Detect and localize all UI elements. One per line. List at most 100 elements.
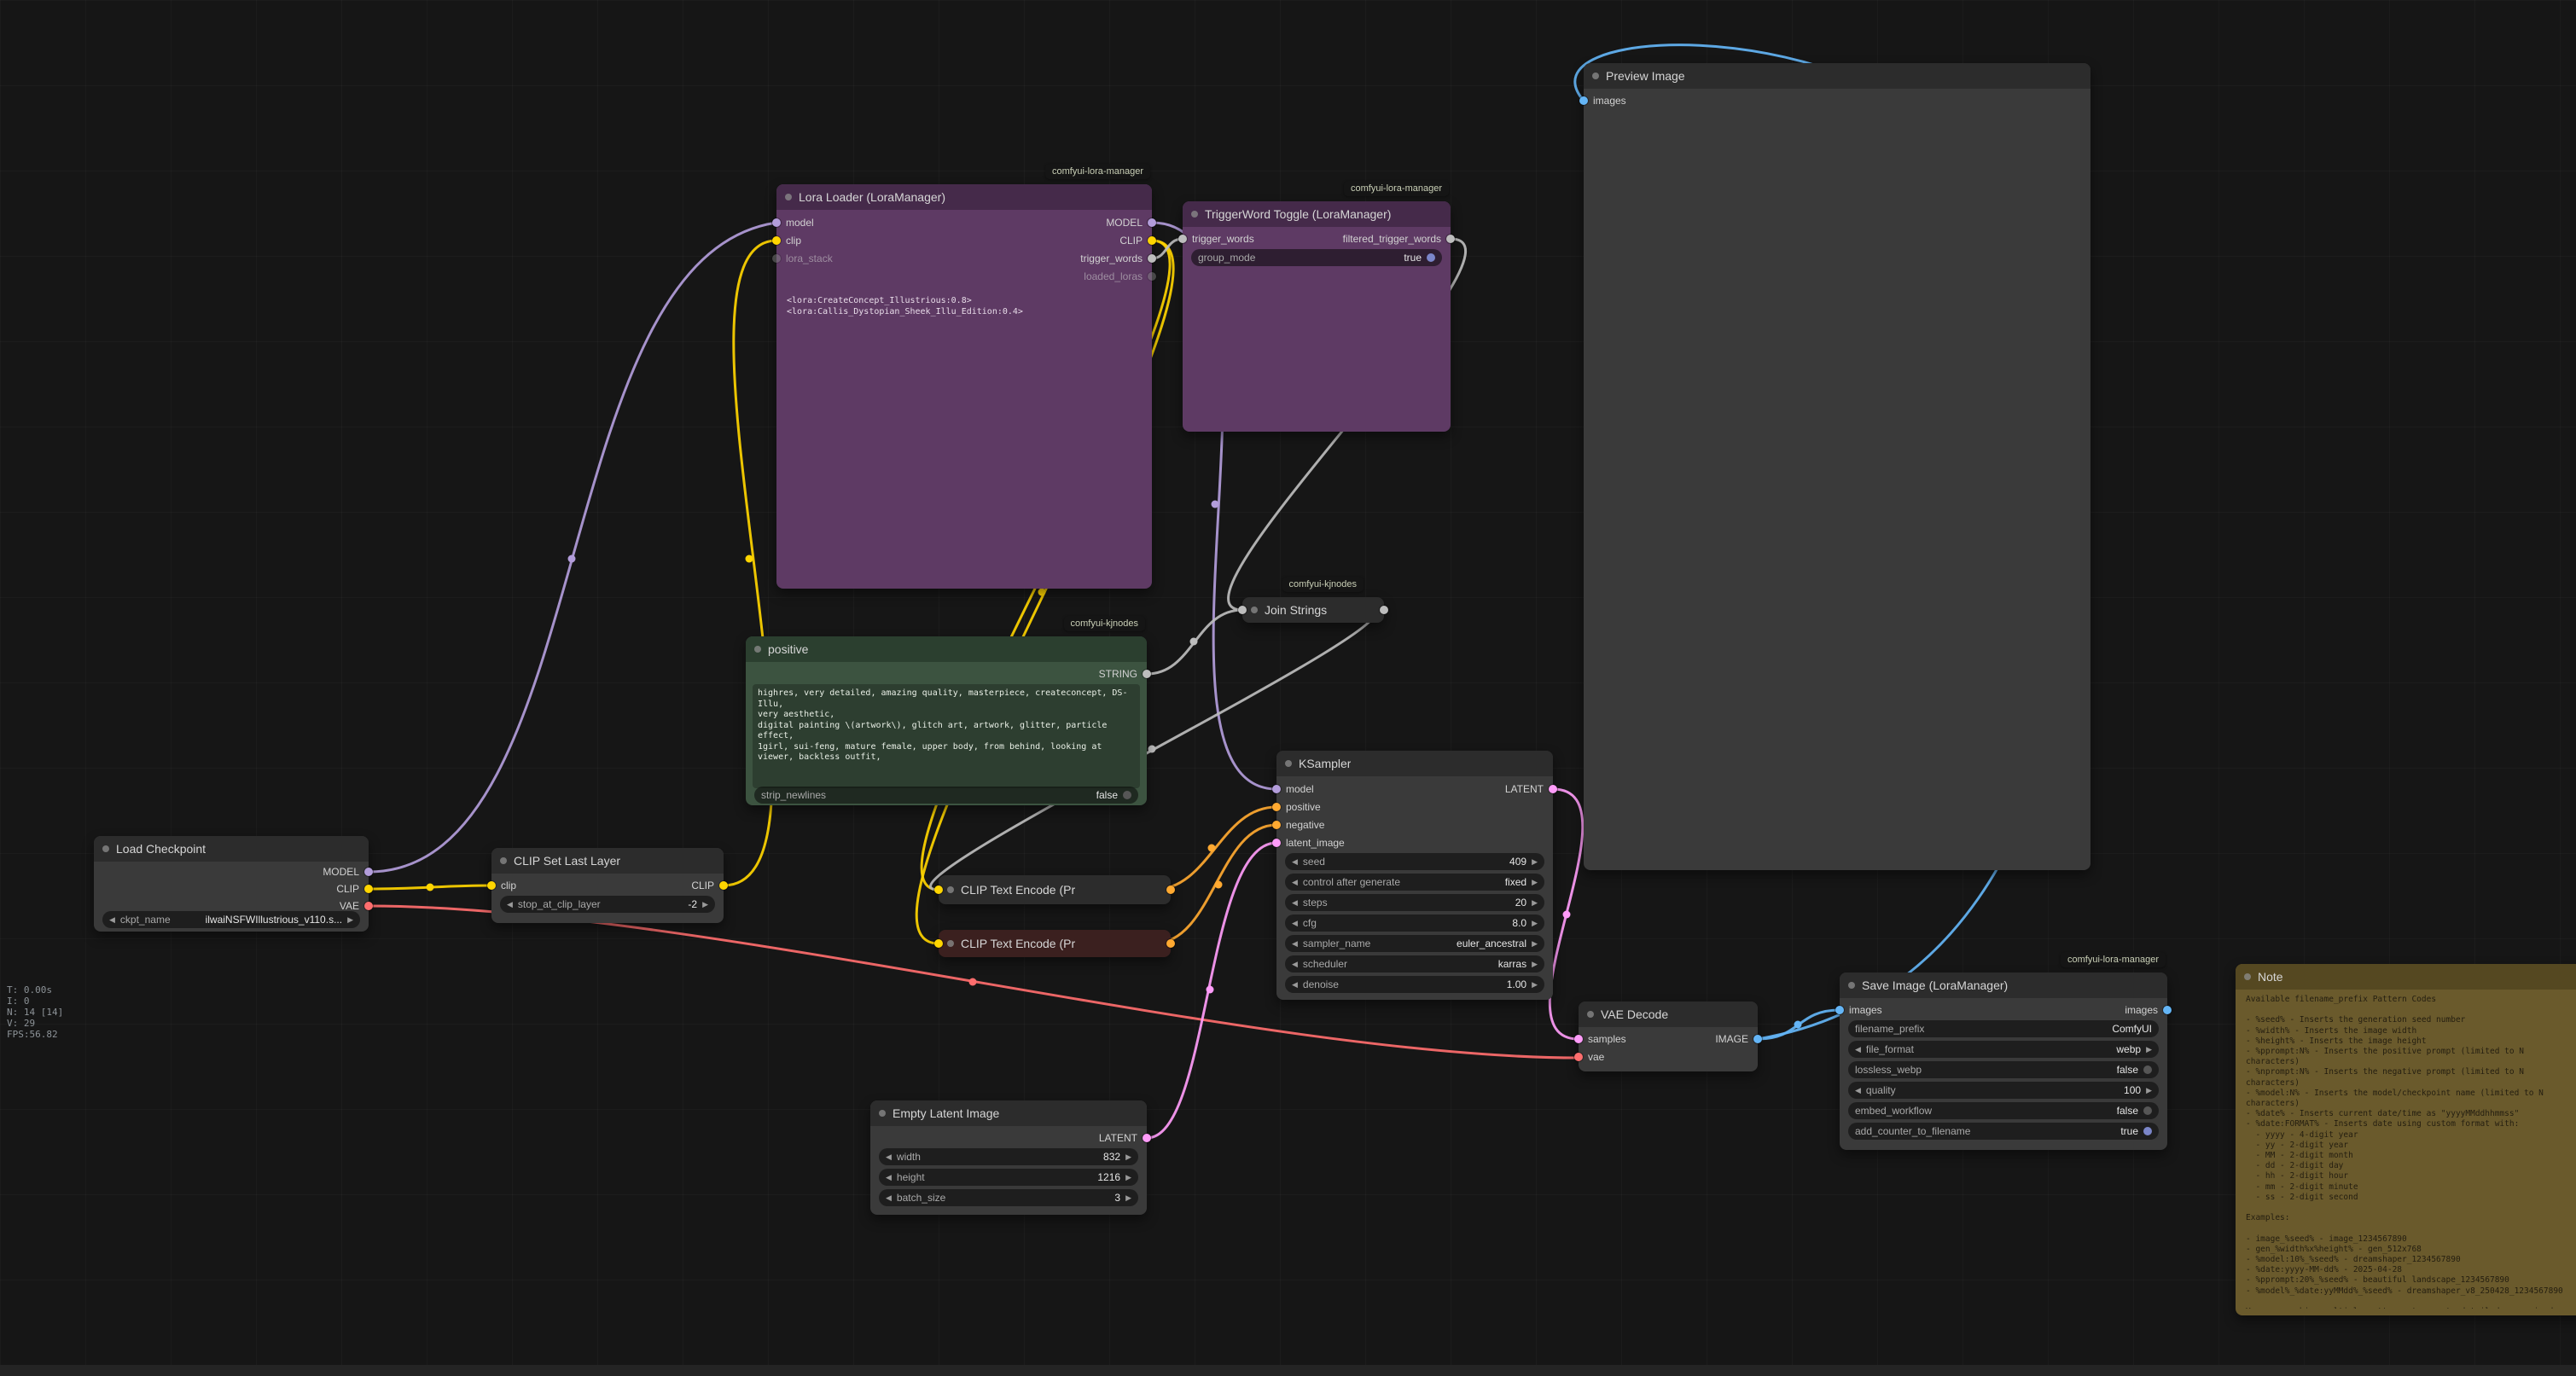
input-slot-clip[interactable] xyxy=(487,881,496,890)
toggle-indicator[interactable] xyxy=(2143,1127,2152,1135)
combo-right-icon[interactable]: ▶ xyxy=(1532,981,1538,989)
collapse-dot[interactable] xyxy=(754,646,761,653)
node-header[interactable]: Save Image (LoraManager) xyxy=(1840,972,2167,998)
collapse-dot[interactable] xyxy=(947,886,954,893)
output-slot-clip[interactable] xyxy=(364,885,373,893)
combo-left-icon[interactable]: ◀ xyxy=(1292,899,1298,907)
node-header[interactable]: positive xyxy=(746,636,1147,662)
widget-ckpt-name[interactable]: ◀ckpt_nameilwaiNSFWIllustrious_v110.s...… xyxy=(102,911,360,928)
output-slot-dot[interactable] xyxy=(1166,885,1175,894)
combo-right-icon[interactable]: ▶ xyxy=(1125,1194,1131,1202)
node-triggerword-toggle[interactable]: comfyui-lora-manager TriggerWord Toggle … xyxy=(1183,201,1451,432)
widget-quality[interactable]: ◀quality100▶ xyxy=(1848,1082,2159,1099)
output-slot-dot[interactable] xyxy=(1380,606,1388,614)
collapse-dot[interactable] xyxy=(2244,973,2251,980)
widget-cfg[interactable]: ◀cfg8.0▶ xyxy=(1285,914,1544,932)
input-slot-positive[interactable] xyxy=(1272,803,1281,811)
collapse-dot[interactable] xyxy=(1848,982,1855,989)
collapse-dot[interactable] xyxy=(785,194,792,200)
node-ksampler[interactable]: KSampler model LATENT positive negative … xyxy=(1276,751,1553,1000)
output-slot-latent[interactable] xyxy=(1143,1134,1151,1142)
collapse-dot[interactable] xyxy=(102,845,109,852)
combo-right-icon[interactable]: ▶ xyxy=(1532,899,1538,907)
widget-lossless-webp[interactable]: lossless_webpfalse xyxy=(1848,1061,2159,1078)
lora-syntax-text[interactable]: <lora:CreateConcept_Illustrious:0.8> <lo… xyxy=(787,295,1142,317)
output-slot-clip[interactable] xyxy=(719,881,728,890)
combo-left-icon[interactable]: ◀ xyxy=(1292,920,1298,927)
combo-right-icon[interactable]: ▶ xyxy=(2146,1046,2152,1054)
combo-left-icon[interactable]: ◀ xyxy=(1292,879,1298,886)
node-join-strings[interactable]: comfyui-kjnodes Join Strings xyxy=(1242,597,1384,623)
combo-right-icon[interactable]: ▶ xyxy=(1532,961,1538,968)
output-slot-string[interactable] xyxy=(1143,670,1151,678)
combo-right-icon[interactable]: ▶ xyxy=(1125,1174,1131,1182)
input-slot-dot[interactable] xyxy=(1238,606,1247,614)
combo-left-icon[interactable]: ◀ xyxy=(1292,858,1298,866)
output-slot-clip[interactable] xyxy=(1148,236,1156,245)
input-slot-negative[interactable] xyxy=(1272,821,1281,829)
input-slot-clip[interactable] xyxy=(772,236,781,245)
node-header[interactable]: Load Checkpoint xyxy=(94,836,369,862)
node-save-image[interactable]: comfyui-lora-manager Save Image (LoraMan… xyxy=(1840,972,2167,1150)
collapse-dot[interactable] xyxy=(500,857,507,864)
collapse-dot[interactable] xyxy=(1285,760,1292,767)
collapse-dot[interactable] xyxy=(1592,73,1599,79)
toggle-indicator[interactable] xyxy=(2143,1065,2152,1074)
widget-sampler-name[interactable]: ◀sampler_nameeuler_ancestral▶ xyxy=(1285,935,1544,952)
combo-right-icon[interactable]: ▶ xyxy=(1125,1153,1131,1161)
combo-right-icon[interactable]: ▶ xyxy=(1532,879,1538,886)
note-textarea[interactable]: Available filename_prefix Pattern Codes … xyxy=(2246,995,2576,1309)
combo-left-icon[interactable]: ◀ xyxy=(1292,981,1298,989)
node-lora-loader[interactable]: comfyui-lora-manager Lora Loader (LoraMa… xyxy=(776,184,1152,589)
combo-right-icon[interactable]: ▶ xyxy=(1532,858,1538,866)
combo-left-icon[interactable]: ◀ xyxy=(1292,940,1298,948)
output-slot-images[interactable] xyxy=(2163,1006,2172,1014)
output-slot-loaded-loras[interactable] xyxy=(1148,272,1156,281)
node-header[interactable]: VAE Decode xyxy=(1579,1002,1758,1027)
node-header[interactable]: Lora Loader (LoraManager) xyxy=(776,184,1152,210)
collapse-dot[interactable] xyxy=(947,940,954,947)
collapse-dot[interactable] xyxy=(1251,607,1258,613)
output-slot-image[interactable] xyxy=(1753,1035,1762,1043)
widget-group-mode[interactable]: group_modetrue xyxy=(1191,249,1442,266)
node-header[interactable]: Empty Latent Image xyxy=(870,1100,1147,1126)
widget-stop-at-clip-layer[interactable]: ◀stop_at_clip_layer-2▶ xyxy=(500,896,715,913)
node-empty-latent-image[interactable]: Empty Latent Image LATENT ◀width832▶ ◀he… xyxy=(870,1100,1147,1215)
toggle-indicator[interactable] xyxy=(1427,253,1435,262)
input-slot-images[interactable] xyxy=(1579,96,1588,105)
combo-right-icon[interactable]: ▶ xyxy=(702,901,708,909)
node-graph-canvas[interactable]: Preview Image images comfyui-lora-manage… xyxy=(0,0,2576,1376)
widget-strip-newlines[interactable]: strip_newlinesfalse xyxy=(754,787,1138,804)
combo-right-icon[interactable]: ▶ xyxy=(347,916,353,924)
input-slot-latent-image[interactable] xyxy=(1272,839,1281,847)
widget-file-format[interactable]: ◀file_formatwebp▶ xyxy=(1848,1041,2159,1058)
widget-steps[interactable]: ◀steps20▶ xyxy=(1285,894,1544,911)
node-clip-set-last-layer[interactable]: CLIP Set Last Layer clip CLIP ◀stop_at_c… xyxy=(491,848,724,923)
widget-height[interactable]: ◀height1216▶ xyxy=(879,1169,1138,1186)
output-slot-filtered-trigger-words[interactable] xyxy=(1446,235,1455,243)
prompt-textarea[interactable]: highres, very detailed, amazing quality,… xyxy=(753,684,1140,788)
input-slot-vae[interactable] xyxy=(1574,1053,1583,1061)
widget-width[interactable]: ◀width832▶ xyxy=(879,1148,1138,1165)
node-header[interactable]: TriggerWord Toggle (LoraManager) xyxy=(1183,201,1451,227)
collapse-dot[interactable] xyxy=(879,1110,886,1117)
combo-left-icon[interactable]: ◀ xyxy=(1855,1087,1861,1094)
input-slot-images[interactable] xyxy=(1835,1006,1844,1014)
widget-seed[interactable]: ◀seed409▶ xyxy=(1285,853,1544,870)
node-clip-text-encode-negative[interactable]: CLIP Text Encode (Pr xyxy=(939,930,1171,957)
output-slot-dot[interactable] xyxy=(1166,939,1175,948)
collapse-dot[interactable] xyxy=(1587,1011,1594,1018)
input-slot-lora-stack[interactable] xyxy=(772,254,781,263)
widget-control-after-generate[interactable]: ◀control after generatefixed▶ xyxy=(1285,874,1544,891)
combo-right-icon[interactable]: ▶ xyxy=(1532,940,1538,948)
combo-left-icon[interactable]: ◀ xyxy=(507,901,513,909)
combo-left-icon[interactable]: ◀ xyxy=(886,1153,892,1161)
node-header[interactable]: KSampler xyxy=(1276,751,1553,776)
toggle-indicator[interactable] xyxy=(1123,791,1131,799)
combo-left-icon[interactable]: ◀ xyxy=(1292,961,1298,968)
widget-filename-prefix[interactable]: filename_prefixComfyUI xyxy=(1848,1020,2159,1037)
node-header[interactable]: CLIP Set Last Layer xyxy=(491,848,724,874)
combo-left-icon[interactable]: ◀ xyxy=(886,1174,892,1182)
output-slot-trigger-words[interactable] xyxy=(1148,254,1156,263)
combo-left-icon[interactable]: ◀ xyxy=(886,1194,892,1202)
